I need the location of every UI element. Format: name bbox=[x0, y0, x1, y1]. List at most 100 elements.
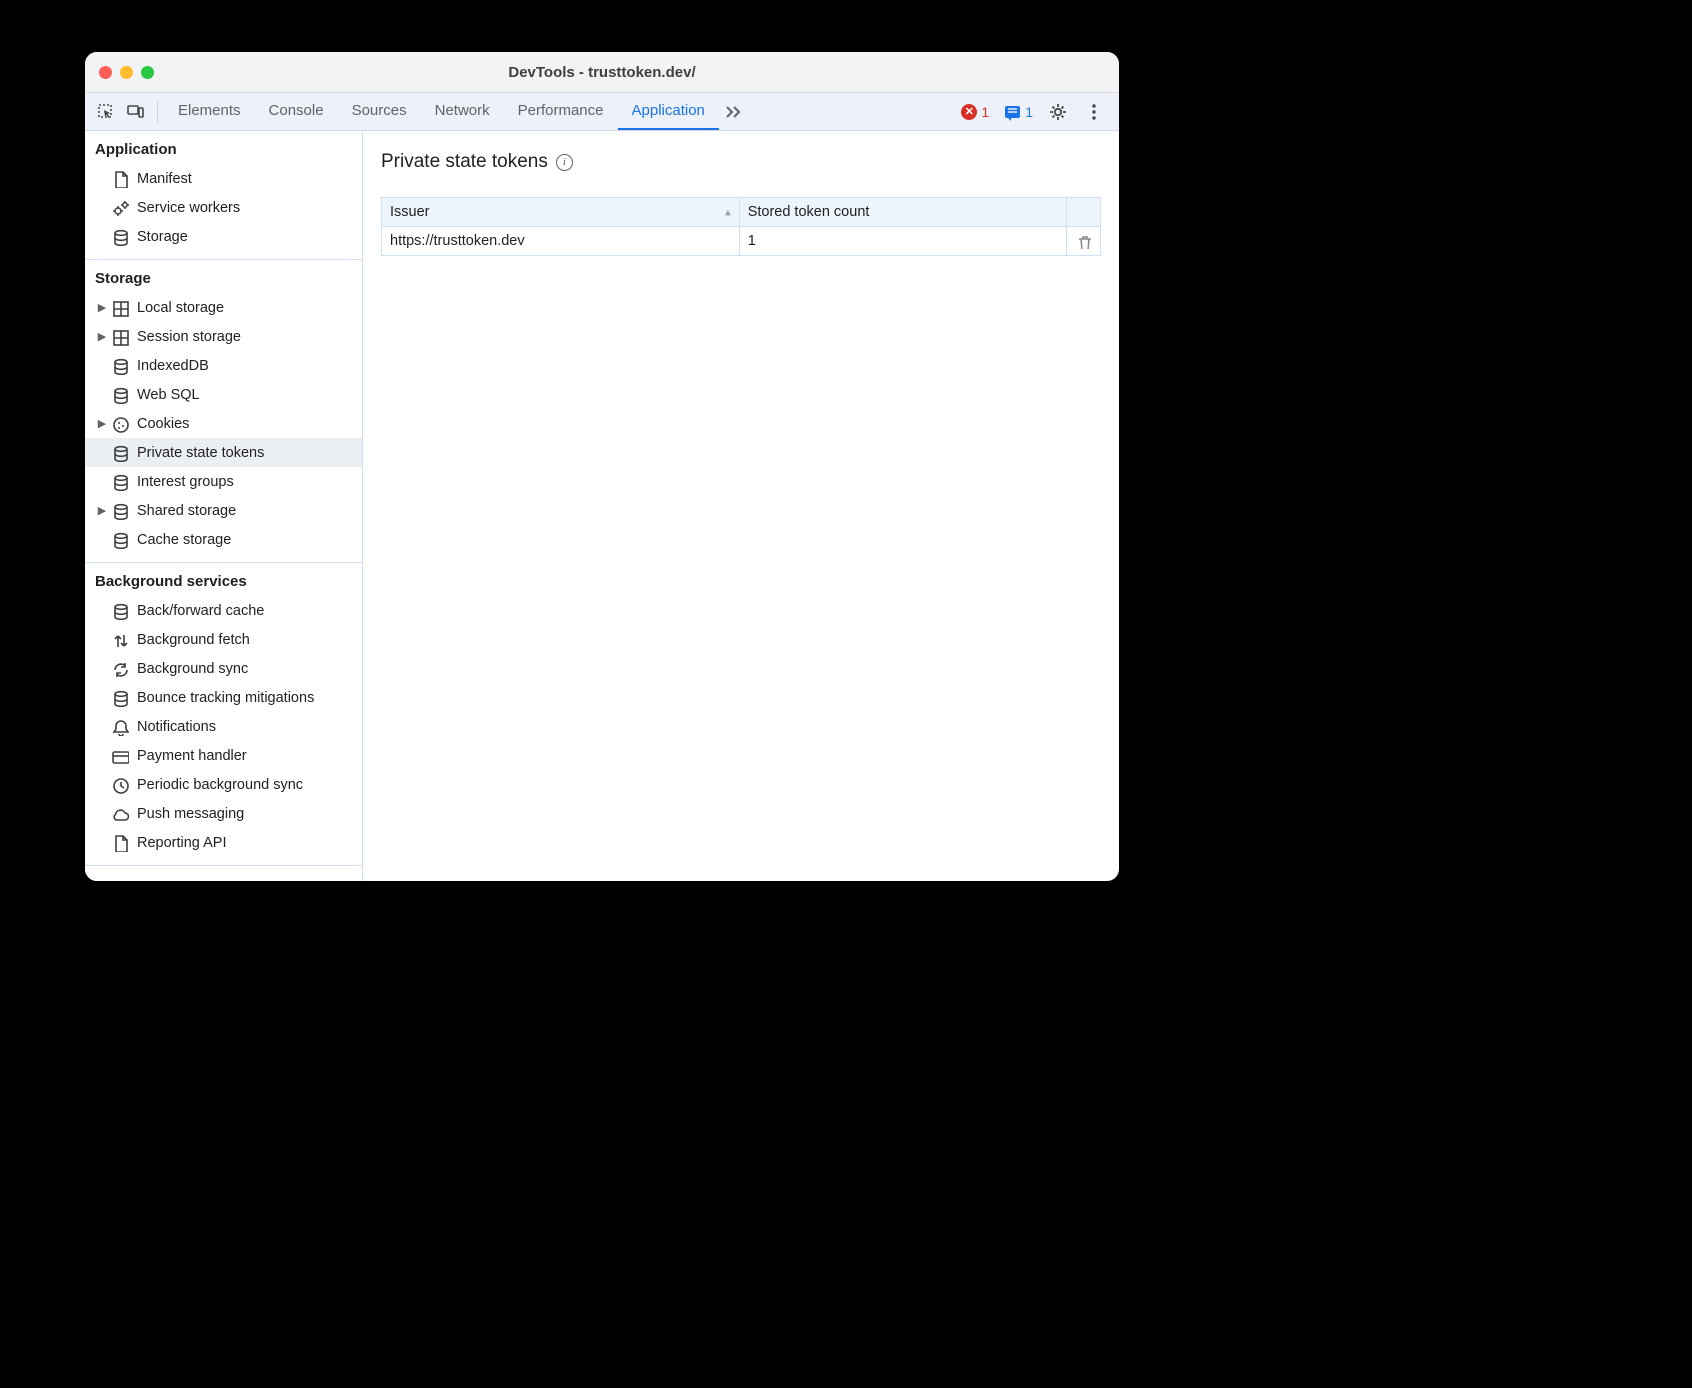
application-sidebar: Application▶Manifest▶Service workers▶Sto… bbox=[85, 131, 363, 881]
sidebar-item-label: Notifications bbox=[137, 719, 216, 735]
sidebar-item-session-storage[interactable]: ▶Session storage bbox=[85, 322, 362, 351]
trash-icon bbox=[1075, 233, 1091, 249]
sidebar-item-background-sync[interactable]: ▶Background sync bbox=[85, 654, 362, 683]
sidebar-item-label: Back/forward cache bbox=[137, 603, 264, 619]
sidebar-item-cache-storage[interactable]: ▶Cache storage bbox=[85, 525, 362, 554]
db-icon bbox=[109, 689, 131, 707]
sidebar-item-label: IndexedDB bbox=[137, 358, 209, 374]
tab-network[interactable]: Network bbox=[421, 93, 504, 130]
tab-performance[interactable]: Performance bbox=[504, 93, 618, 130]
db-icon bbox=[109, 444, 131, 462]
sidebar-item-label: Session storage bbox=[137, 329, 241, 345]
tab-console[interactable]: Console bbox=[255, 93, 338, 130]
sidebar-item-label: Storage bbox=[137, 229, 188, 245]
tab-application[interactable]: Application bbox=[618, 93, 719, 130]
cookie-icon bbox=[109, 415, 131, 433]
sidebar-item-label: Web SQL bbox=[137, 387, 200, 403]
sidebar-item-label: Bounce tracking mitigations bbox=[137, 690, 314, 706]
sidebar-item-back-forward-cache[interactable]: ▶Back/forward cache bbox=[85, 596, 362, 625]
settings-button[interactable] bbox=[1043, 97, 1073, 127]
info-icon[interactable]: i bbox=[556, 154, 573, 171]
tab-elements[interactable]: Elements bbox=[164, 93, 255, 130]
expand-arrow-icon: ▶ bbox=[95, 301, 109, 314]
sidebar-item-web-sql[interactable]: ▶Web SQL bbox=[85, 380, 362, 409]
window-controls bbox=[85, 66, 154, 79]
sidebar-item-local-storage[interactable]: ▶ Local storage bbox=[85, 293, 362, 322]
sidebar-item-bounce-tracking-mitigations[interactable]: ▶Bounce tracking mitigations bbox=[85, 683, 362, 712]
sidebar-item-interest-groups[interactable]: ▶Interest groups bbox=[85, 467, 362, 496]
tokens-table: Issuer▴Stored token count https://trustt… bbox=[381, 197, 1101, 256]
sidebar-item-private-state-tokens[interactable]: ▶Private state tokens bbox=[85, 438, 362, 467]
db-icon bbox=[109, 228, 131, 246]
panel-tabs: ElementsConsoleSourcesNetworkPerformance… bbox=[164, 93, 719, 130]
titlebar: DevTools - trusttoken.dev/ bbox=[85, 52, 1119, 93]
db-icon bbox=[109, 531, 131, 549]
column-header-issuer[interactable]: Issuer▴ bbox=[382, 198, 740, 227]
sidebar-item-cookies[interactable]: ▶Cookies bbox=[85, 409, 362, 438]
table-icon bbox=[109, 299, 131, 317]
sidebar-item-label: Payment handler bbox=[137, 748, 247, 764]
issues-badge[interactable]: 1 bbox=[999, 103, 1037, 121]
window-title: DevTools - trusttoken.dev/ bbox=[85, 64, 1119, 81]
column-header-stored-token-count[interactable]: Stored token count bbox=[739, 198, 1066, 227]
sidebar-item-label: Cache storage bbox=[137, 532, 231, 548]
sidebar-item-periodic-background-sync[interactable]: ▶Periodic background sync bbox=[85, 770, 362, 799]
inspect-element-button[interactable] bbox=[91, 97, 121, 127]
panel-heading: Private state tokens bbox=[381, 151, 548, 173]
sidebar-item-reporting-api[interactable]: ▶Reporting API bbox=[85, 828, 362, 857]
sidebar-item-label: Local storage bbox=[137, 300, 224, 316]
updown-icon bbox=[109, 631, 131, 649]
sidebar-item-manifest[interactable]: ▶Manifest bbox=[85, 164, 362, 193]
cell-issuer: https://trusttoken.dev bbox=[382, 227, 740, 256]
sidebar-item-background-fetch[interactable]: ▶Background fetch bbox=[85, 625, 362, 654]
errors-badge[interactable]: ✕ 1 bbox=[957, 104, 993, 120]
db-icon bbox=[109, 473, 131, 491]
sidebar-group-heading: Application bbox=[85, 131, 362, 164]
more-tabs-button[interactable] bbox=[719, 97, 749, 127]
more-options-button[interactable] bbox=[1079, 97, 1109, 127]
gears-icon bbox=[109, 199, 131, 217]
sidebar-item-label: Service workers bbox=[137, 200, 240, 216]
db-icon bbox=[109, 602, 131, 620]
close-window-button[interactable] bbox=[99, 66, 112, 79]
cloud-icon bbox=[109, 805, 131, 823]
card-icon bbox=[109, 747, 131, 765]
device-toolbar-button[interactable] bbox=[121, 97, 151, 127]
bell-icon bbox=[109, 718, 131, 736]
table-row[interactable]: https://trusttoken.dev1 bbox=[382, 227, 1101, 256]
panel-heading-row: Private state tokens i bbox=[381, 151, 1101, 173]
sidebar-item-service-workers[interactable]: ▶Service workers bbox=[85, 193, 362, 222]
devtools-toolbar: ElementsConsoleSourcesNetworkPerformance… bbox=[85, 93, 1119, 131]
column-header-actions bbox=[1067, 198, 1101, 227]
sync-icon bbox=[109, 660, 131, 678]
sidebar-item-notifications[interactable]: ▶Notifications bbox=[85, 712, 362, 741]
sidebar-item-indexeddb[interactable]: ▶IndexedDB bbox=[85, 351, 362, 380]
error-icon: ✕ bbox=[961, 104, 977, 120]
tab-sources[interactable]: Sources bbox=[338, 93, 421, 130]
sidebar-item-shared-storage[interactable]: ▶Shared storage bbox=[85, 496, 362, 525]
expand-arrow-icon: ▶ bbox=[95, 504, 109, 517]
main-panel: Private state tokens i Issuer▴Stored tok… bbox=[363, 131, 1119, 881]
table-icon bbox=[109, 328, 131, 346]
file-icon bbox=[109, 170, 131, 188]
minimize-window-button[interactable] bbox=[120, 66, 133, 79]
issues-count: 1 bbox=[1025, 104, 1033, 120]
db-icon bbox=[109, 357, 131, 375]
content-area: Application▶Manifest▶Service workers▶Sto… bbox=[85, 131, 1119, 881]
sidebar-item-push-messaging[interactable]: ▶Push messaging bbox=[85, 799, 362, 828]
sidebar-item-label: Background sync bbox=[137, 661, 248, 677]
sidebar-item-label: Interest groups bbox=[137, 474, 234, 490]
issue-icon bbox=[1003, 103, 1021, 121]
sidebar-item-label: Push messaging bbox=[137, 806, 244, 822]
errors-count: 1 bbox=[981, 104, 989, 120]
delete-row-button[interactable] bbox=[1067, 227, 1101, 256]
sidebar-item-storage[interactable]: ▶Storage bbox=[85, 222, 362, 251]
sidebar-item-label: Periodic background sync bbox=[137, 777, 303, 793]
toolbar-separator bbox=[157, 101, 158, 123]
maximize-window-button[interactable] bbox=[141, 66, 154, 79]
sidebar-group-heading: Storage bbox=[85, 260, 362, 293]
clock-icon bbox=[109, 776, 131, 794]
sidebar-item-label: Reporting API bbox=[137, 835, 226, 851]
sidebar-item-payment-handler[interactable]: ▶Payment handler bbox=[85, 741, 362, 770]
sidebar-item-label: Private state tokens bbox=[137, 445, 264, 461]
